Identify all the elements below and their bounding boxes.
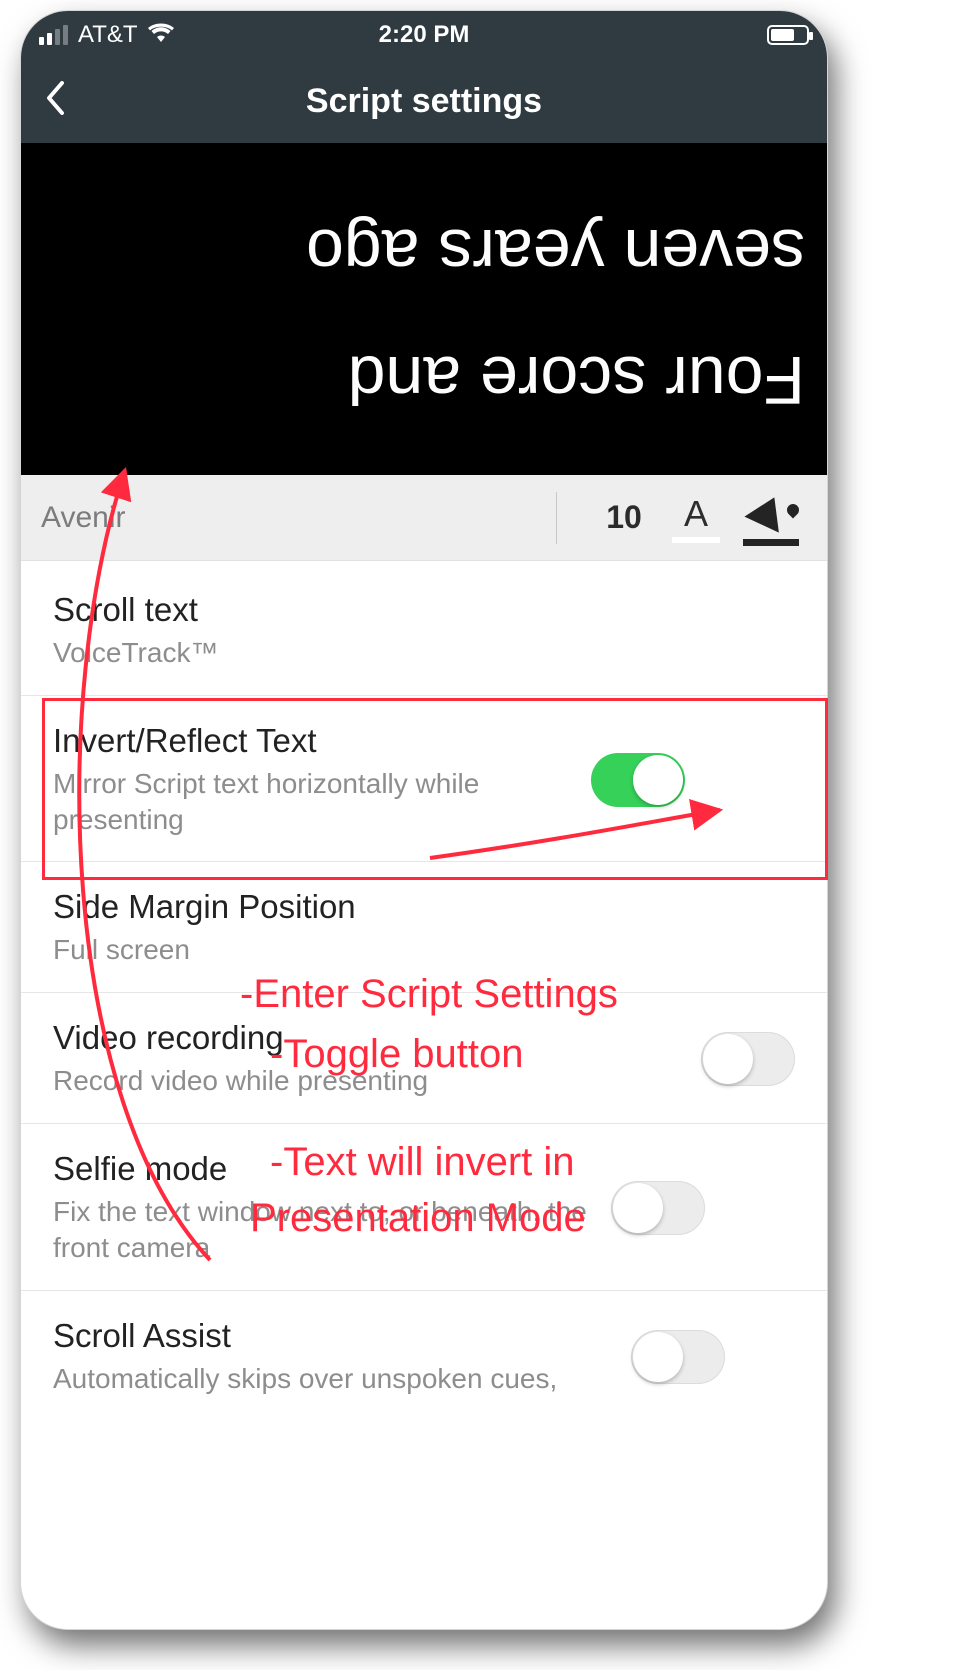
clock: 2:20 PM	[296, 21, 553, 49]
annotation-text-1: -Enter Script Settings	[240, 968, 618, 1021]
row-title: Scroll Assist	[53, 1317, 613, 1355]
preview-line-1: seven years ago	[43, 210, 805, 295]
text-color-icon: A	[672, 493, 720, 543]
cell-signal-icon	[39, 25, 68, 45]
row-invert-reflect[interactable]: Invert/Reflect Text Mirror Script text h…	[21, 696, 827, 863]
status-left: AT&T	[39, 21, 296, 49]
preview-line-2: Four score and	[43, 337, 805, 422]
row-title: Scroll text	[53, 591, 795, 629]
row-scroll-assist[interactable]: Scroll Assist Automatically skips over u…	[21, 1291, 827, 1421]
selfie-toggle[interactable]	[611, 1181, 705, 1235]
row-subtitle: Automatically skips over unspoken cues,	[53, 1361, 613, 1397]
row-subtitle: Mirror Script text horizontally while pr…	[53, 766, 573, 838]
font-family-selector[interactable]: Avenir	[41, 501, 524, 535]
divider	[556, 492, 557, 544]
page-title: Script settings	[45, 82, 803, 121]
carrier-label: AT&T	[78, 21, 138, 49]
status-right	[552, 25, 809, 45]
annotation-text-4: Presentation Mode	[250, 1192, 586, 1245]
text-color-button[interactable]: A	[659, 493, 733, 543]
font-toolbar: Avenir 10 A	[21, 475, 827, 561]
font-size-selector[interactable]: 10	[589, 499, 659, 536]
battery-icon	[767, 25, 809, 45]
row-title: Side Margin Position	[53, 888, 795, 926]
row-title: Invert/Reflect Text	[53, 722, 573, 760]
fill-icon	[745, 498, 795, 538]
assist-toggle[interactable]	[631, 1330, 725, 1384]
video-toggle[interactable]	[701, 1032, 795, 1086]
wifi-icon	[148, 21, 174, 49]
row-subtitle: Full screen	[53, 932, 795, 968]
script-preview: seven years ago Four score and	[21, 143, 827, 475]
fill-color-button[interactable]	[733, 498, 807, 538]
annotation-text-2: -Toggle button	[270, 1028, 524, 1081]
invert-toggle[interactable]	[591, 753, 685, 807]
status-bar: AT&T 2:20 PM	[21, 11, 827, 59]
annotation-text-3: -Text will invert in	[270, 1136, 575, 1189]
phone-frame: AT&T 2:20 PM Script settings seven years…	[20, 10, 828, 1630]
row-scroll-text[interactable]: Scroll text VoiceTrack™	[21, 565, 827, 696]
nav-bar: Script settings	[21, 59, 827, 143]
row-subtitle: VoiceTrack™	[53, 635, 795, 671]
